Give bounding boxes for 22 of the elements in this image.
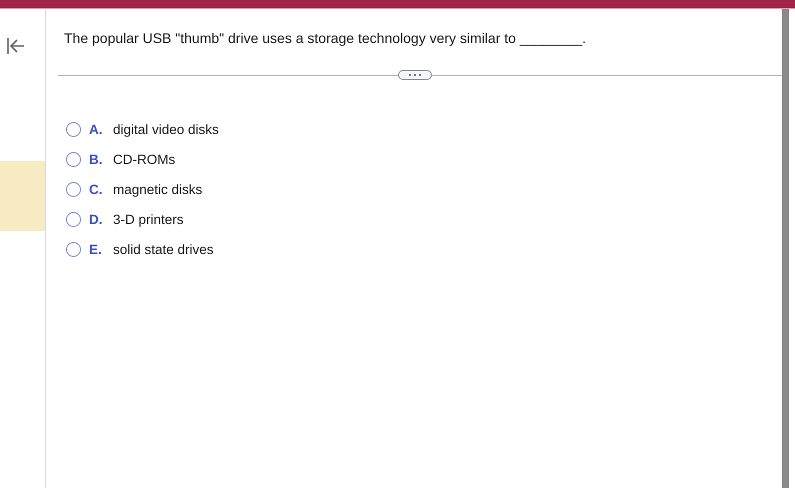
option-letter: D. xyxy=(89,212,104,227)
radio-button[interactable] xyxy=(66,122,81,137)
question-text: The popular USB "thumb" drive uses a storage technology very similar to ________. xyxy=(64,30,587,46)
radio-button[interactable] xyxy=(66,152,81,167)
collapse-button[interactable] xyxy=(5,35,27,57)
highlight-panel xyxy=(0,161,45,231)
option-text: digital video disks xyxy=(113,122,219,137)
radio-button[interactable] xyxy=(66,182,81,197)
option-text: solid state drives xyxy=(113,242,214,257)
option-text: CD-ROMs xyxy=(113,152,176,167)
collapse-left-icon xyxy=(5,35,27,57)
option-letter: E. xyxy=(89,242,103,257)
option-letter: A. xyxy=(89,122,104,137)
more-button[interactable] xyxy=(398,70,432,80)
option-letter: B. xyxy=(89,152,104,167)
option-text: 3-D printers xyxy=(113,212,184,227)
radio-button[interactable] xyxy=(66,212,81,227)
ellipsis-icon xyxy=(408,73,422,77)
option-letter: C. xyxy=(89,182,104,197)
option-text: magnetic disks xyxy=(113,182,202,197)
scrollbar[interactable] xyxy=(782,9,789,488)
radio-button[interactable] xyxy=(66,242,81,257)
